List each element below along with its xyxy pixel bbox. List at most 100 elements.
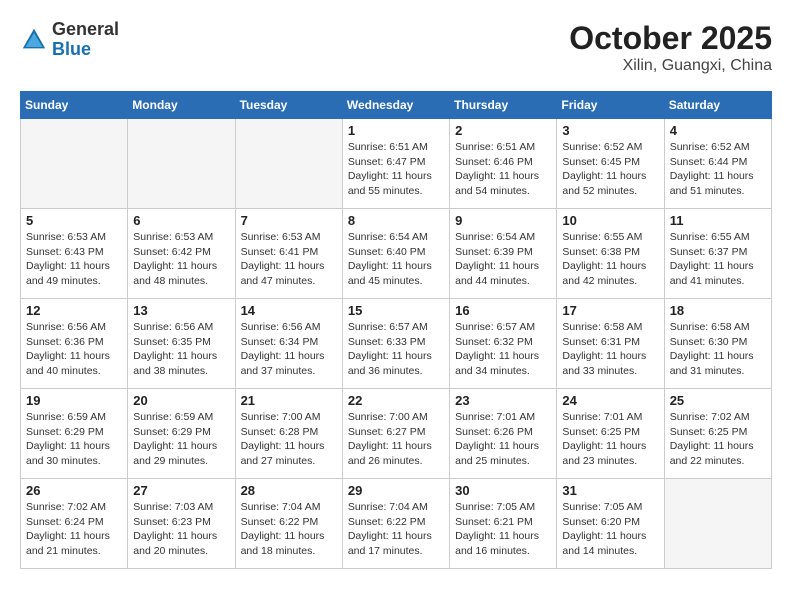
- day-info: Sunrise: 7:04 AMSunset: 6:22 PMDaylight:…: [348, 500, 444, 559]
- calendar-day-cell: 28Sunrise: 7:04 AMSunset: 6:22 PMDayligh…: [235, 479, 342, 569]
- calendar-day-cell: 20 Sunrise: 6:59 AMSunset: 6:29 PMDayligh…: [128, 389, 235, 479]
- day-number: 4: [670, 123, 766, 138]
- day-info: Sunrise: 6:53 AMSunset: 6:43 PMDaylight:…: [26, 230, 122, 289]
- calendar-day-cell: 13 Sunrise: 6:56 AMSunset: 6:35 PMDayligh…: [128, 299, 235, 389]
- day-number: 18: [670, 303, 766, 318]
- calendar-day-cell: 26 Sunrise: 7:02 AMSunset: 6:24 PMDayligh…: [21, 479, 128, 569]
- calendar-day-cell: 14Sunrise: 6:56 AMSunset: 6:34 PMDayligh…: [235, 299, 342, 389]
- day-number: 21: [241, 393, 337, 408]
- day-number: 14: [241, 303, 337, 318]
- calendar-day-cell: [235, 119, 342, 209]
- calendar-day-cell: 12 Sunrise: 6:56 AMSunset: 6:36 PMDayligh…: [21, 299, 128, 389]
- calendar-day-cell: 19 Sunrise: 6:59 AMSunset: 6:29 PMDayligh…: [21, 389, 128, 479]
- calendar-day-cell: 16 Sunrise: 6:57 AMSunset: 6:32 PMDayligh…: [450, 299, 557, 389]
- calendar-day-cell: 17Sunrise: 6:58 AMSunset: 6:31 PMDayligh…: [557, 299, 664, 389]
- calendar-week-row: 1 Sunrise: 6:51 AMSunset: 6:47 PMDaylight…: [21, 119, 772, 209]
- day-info: Sunrise: 7:00 AMSunset: 6:28 PMDaylight:…: [241, 410, 337, 469]
- day-info: Sunrise: 6:56 AMSunset: 6:35 PMDaylight:…: [133, 320, 229, 379]
- title-block: October 2025 Xilin, Guangxi, China: [569, 20, 772, 75]
- calendar-day-cell: 15Sunrise: 6:57 AMSunset: 6:33 PMDayligh…: [342, 299, 449, 389]
- day-number: 6: [133, 213, 229, 228]
- day-info: Sunrise: 7:02 AMSunset: 6:24 PMDaylight:…: [26, 500, 122, 559]
- day-number: 17: [562, 303, 658, 318]
- day-info: Sunrise: 7:00 AMSunset: 6:27 PMDaylight:…: [348, 410, 444, 469]
- day-info: Sunrise: 6:59 AMSunset: 6:29 PMDaylight:…: [133, 410, 229, 469]
- day-number: 7: [241, 213, 337, 228]
- day-info: Sunrise: 6:51 AMSunset: 6:46 PMDaylight:…: [455, 140, 551, 199]
- day-number: 8: [348, 213, 444, 228]
- calendar-day-cell: 31Sunrise: 7:05 AMSunset: 6:20 PMDayligh…: [557, 479, 664, 569]
- day-info: Sunrise: 6:57 AMSunset: 6:32 PMDaylight:…: [455, 320, 551, 379]
- calendar-day-cell: 22 Sunrise: 7:00 AMSunset: 6:27 PMDayligh…: [342, 389, 449, 479]
- calendar-day-cell: 1 Sunrise: 6:51 AMSunset: 6:47 PMDaylight…: [342, 119, 449, 209]
- calendar-day-cell: 3 Sunrise: 6:52 AMSunset: 6:45 PMDaylight…: [557, 119, 664, 209]
- day-info: Sunrise: 7:05 AMSunset: 6:21 PMDaylight:…: [455, 500, 551, 559]
- calendar-table: SundayMondayTuesdayWednesdayThursdayFrid…: [20, 91, 772, 569]
- calendar-day-cell: 5 Sunrise: 6:53 AMSunset: 6:43 PMDaylight…: [21, 209, 128, 299]
- day-info: Sunrise: 6:55 AMSunset: 6:37 PMDaylight:…: [670, 230, 766, 289]
- day-number: 11: [670, 213, 766, 228]
- day-number: 3: [562, 123, 658, 138]
- day-number: 9: [455, 213, 551, 228]
- day-number: 27: [133, 483, 229, 498]
- day-info: Sunrise: 6:56 AMSunset: 6:36 PMDaylight:…: [26, 320, 122, 379]
- day-number: 30: [455, 483, 551, 498]
- calendar-day-cell: 24 Sunrise: 7:01 AMSunset: 6:25 PMDayligh…: [557, 389, 664, 479]
- day-of-week-header: Wednesday: [342, 92, 449, 119]
- day-number: 22: [348, 393, 444, 408]
- calendar-day-cell: [128, 119, 235, 209]
- day-info: Sunrise: 6:53 AMSunset: 6:41 PMDaylight:…: [241, 230, 337, 289]
- day-of-week-header: Monday: [128, 92, 235, 119]
- day-of-week-header: Thursday: [450, 92, 557, 119]
- day-number: 1: [348, 123, 444, 138]
- calendar-day-cell: 4 Sunrise: 6:52 AMSunset: 6:44 PMDaylight…: [664, 119, 771, 209]
- calendar-day-cell: 30 Sunrise: 7:05 AMSunset: 6:21 PMDayligh…: [450, 479, 557, 569]
- day-number: 12: [26, 303, 122, 318]
- calendar-week-row: 19 Sunrise: 6:59 AMSunset: 6:29 PMDayligh…: [21, 389, 772, 479]
- calendar-day-cell: 23Sunrise: 7:01 AMSunset: 6:26 PMDayligh…: [450, 389, 557, 479]
- day-info: Sunrise: 6:53 AMSunset: 6:42 PMDaylight:…: [133, 230, 229, 289]
- calendar-header-row: SundayMondayTuesdayWednesdayThursdayFrid…: [21, 92, 772, 119]
- day-info: Sunrise: 6:51 AMSunset: 6:47 PMDaylight:…: [348, 140, 444, 199]
- day-number: 19: [26, 393, 122, 408]
- day-info: Sunrise: 7:01 AMSunset: 6:25 PMDaylight:…: [562, 410, 658, 469]
- page-subtitle: Xilin, Guangxi, China: [569, 57, 772, 75]
- day-info: Sunrise: 6:52 AMSunset: 6:44 PMDaylight:…: [670, 140, 766, 199]
- day-number: 20: [133, 393, 229, 408]
- calendar-day-cell: 27 Sunrise: 7:03 AMSunset: 6:23 PMDayligh…: [128, 479, 235, 569]
- day-number: 10: [562, 213, 658, 228]
- calendar-day-cell: 10 Sunrise: 6:55 AMSunset: 6:38 PMDayligh…: [557, 209, 664, 299]
- day-of-week-header: Tuesday: [235, 92, 342, 119]
- calendar-day-cell: 29Sunrise: 7:04 AMSunset: 6:22 PMDayligh…: [342, 479, 449, 569]
- day-number: 26: [26, 483, 122, 498]
- day-number: 25: [670, 393, 766, 408]
- calendar-day-cell: 2 Sunrise: 6:51 AMSunset: 6:46 PMDaylight…: [450, 119, 557, 209]
- day-info: Sunrise: 7:01 AMSunset: 6:26 PMDaylight:…: [455, 410, 551, 469]
- logo-blue: Blue: [52, 39, 91, 59]
- day-number: 13: [133, 303, 229, 318]
- calendar-day-cell: 18 Sunrise: 6:58 AMSunset: 6:30 PMDayligh…: [664, 299, 771, 389]
- day-info: Sunrise: 6:58 AMSunset: 6:30 PMDaylight:…: [670, 320, 766, 379]
- logo-general: General: [52, 19, 119, 39]
- logo-text: General Blue: [52, 20, 119, 60]
- day-info: Sunrise: 6:59 AMSunset: 6:29 PMDaylight:…: [26, 410, 122, 469]
- calendar-day-cell: 11 Sunrise: 6:55 AMSunset: 6:37 PMDayligh…: [664, 209, 771, 299]
- day-number: 15: [348, 303, 444, 318]
- day-number: 24: [562, 393, 658, 408]
- day-of-week-header: Saturday: [664, 92, 771, 119]
- day-number: 16: [455, 303, 551, 318]
- day-info: Sunrise: 7:05 AMSunset: 6:20 PMDaylight:…: [562, 500, 658, 559]
- page-header: General Blue October 2025 Xilin, Guangxi…: [20, 20, 772, 75]
- day-info: Sunrise: 6:55 AMSunset: 6:38 PMDaylight:…: [562, 230, 658, 289]
- day-of-week-header: Sunday: [21, 92, 128, 119]
- calendar-day-cell: 8Sunrise: 6:54 AMSunset: 6:40 PMDaylight…: [342, 209, 449, 299]
- calendar-week-row: 12 Sunrise: 6:56 AMSunset: 6:36 PMDayligh…: [21, 299, 772, 389]
- calendar-day-cell: 7 Sunrise: 6:53 AMSunset: 6:41 PMDaylight…: [235, 209, 342, 299]
- day-number: 2: [455, 123, 551, 138]
- logo: General Blue: [20, 20, 119, 60]
- day-info: Sunrise: 6:52 AMSunset: 6:45 PMDaylight:…: [562, 140, 658, 199]
- day-info: Sunrise: 7:03 AMSunset: 6:23 PMDaylight:…: [133, 500, 229, 559]
- day-number: 5: [26, 213, 122, 228]
- calendar-week-row: 26 Sunrise: 7:02 AMSunset: 6:24 PMDayligh…: [21, 479, 772, 569]
- calendar-day-cell: 25Sunrise: 7:02 AMSunset: 6:25 PMDayligh…: [664, 389, 771, 479]
